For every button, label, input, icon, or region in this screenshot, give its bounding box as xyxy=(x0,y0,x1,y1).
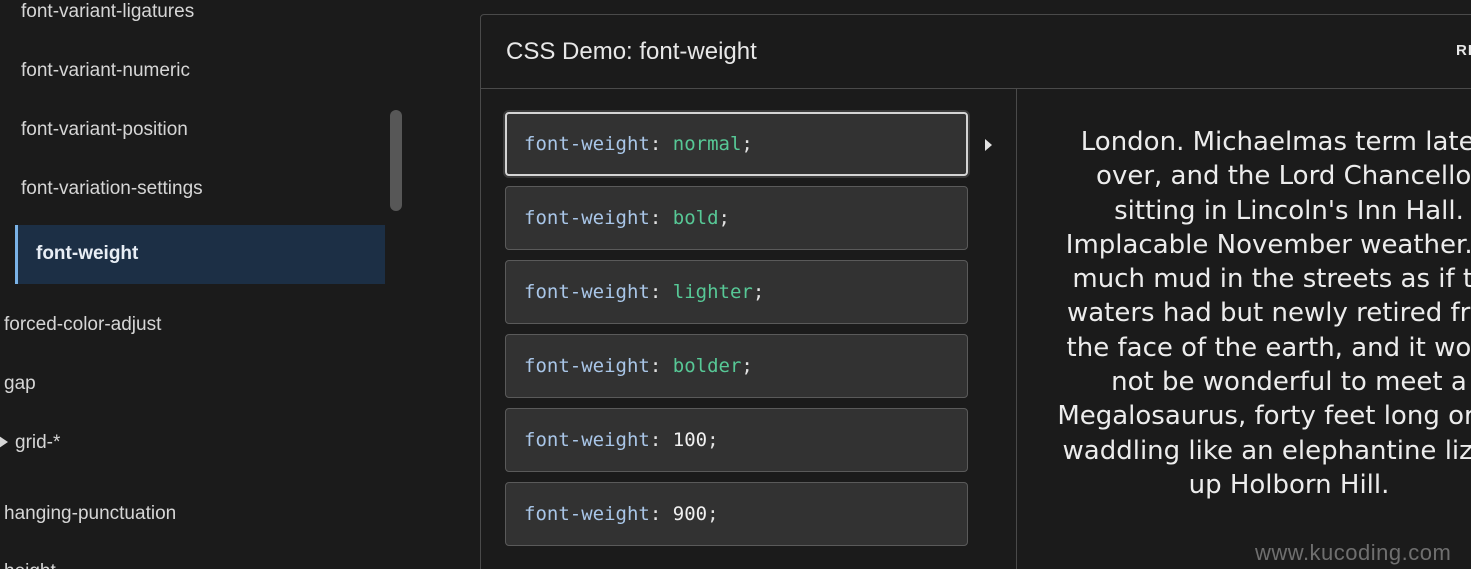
output-line: Implacable November weather. As xyxy=(1065,229,1471,260)
watermark: www.kucoding.com xyxy=(1255,540,1452,565)
sidebar-scrollbar-thumb[interactable] xyxy=(390,110,402,211)
output-line: the face of the earth, and it would xyxy=(1066,332,1471,363)
option-colon: : xyxy=(649,503,662,525)
sidebar-item-gap[interactable]: gap xyxy=(4,373,36,395)
output-line: up Holborn Hill. xyxy=(1188,469,1390,500)
sidebar-nav: font-variant-ligatures font-variant-nume… xyxy=(0,0,410,569)
option-semicolon: ; xyxy=(752,281,765,303)
output-line: waters had but newly retired from xyxy=(1066,298,1471,329)
option-colon: : xyxy=(649,133,662,155)
output-line: London. Michaelmas term lately xyxy=(1080,127,1471,157)
play-arrow-icon xyxy=(985,139,992,151)
demo-option[interactable]: font-weight: 900; xyxy=(505,482,968,546)
sidebar-item-font-variant-numeric[interactable]: font-variant-numeric xyxy=(21,60,190,82)
demo-option[interactable]: font-weight: normal; xyxy=(505,112,968,176)
option-semicolon: ; xyxy=(707,429,719,451)
option-semicolon: ; xyxy=(741,133,753,155)
option-value: 100 xyxy=(672,429,708,451)
option-colon: : xyxy=(649,207,662,229)
option-value: bold xyxy=(672,207,719,229)
option-colon: : xyxy=(649,281,662,303)
demo-title: CSS Demo: font-weight xyxy=(506,38,757,65)
output-line: over, and the Lord Chancellor xyxy=(1096,161,1471,192)
output-line: sitting in Lincoln's Inn Hall. xyxy=(1114,195,1464,226)
css-demo-panel: CSS Demo: font-weight RESET font-weight:… xyxy=(480,14,1471,569)
demo-option[interactable]: font-weight: bolder; xyxy=(505,334,968,398)
output-line: Megalosaurus, forty feet long or so, xyxy=(1057,401,1471,432)
option-semicolon: ; xyxy=(707,503,719,525)
demo-header: CSS Demo: font-weight RESET xyxy=(481,15,1471,89)
option-semicolon: ; xyxy=(741,355,753,377)
sidebar-item-font-variation-settings[interactable]: font-variation-settings xyxy=(21,178,203,200)
demo-option[interactable]: font-weight: 100; xyxy=(505,408,968,472)
sidebar-item-grid[interactable]: grid-* xyxy=(15,432,60,454)
sidebar-item-font-variant-ligatures[interactable]: font-variant-ligatures xyxy=(21,1,194,23)
option-value: 900 xyxy=(672,503,708,525)
expand-triangle-icon[interactable] xyxy=(0,436,8,448)
option-property: font-weight xyxy=(524,281,650,303)
option-property: font-weight xyxy=(524,429,650,451)
demo-output-text: London. Michaelmas term lately over, and… xyxy=(1029,125,1471,502)
option-colon: : xyxy=(649,429,662,451)
output-line: waddling like an elephantine lizard xyxy=(1062,435,1471,466)
option-property: font-weight xyxy=(524,503,650,525)
reset-button[interactable]: RESET xyxy=(1456,42,1471,59)
sidebar-item-forced-color-adjust[interactable]: forced-color-adjust xyxy=(4,314,161,336)
demo-option[interactable]: font-weight: bold; xyxy=(505,186,968,250)
sidebar-item-font-variant-position[interactable]: font-variant-position xyxy=(21,119,188,141)
option-value: lighter xyxy=(672,281,753,303)
sidebar-item-hanging-punctuation[interactable]: hanging-punctuation xyxy=(4,503,176,525)
option-semicolon: ; xyxy=(718,207,730,229)
panel-divider xyxy=(1016,89,1017,569)
option-value: bolder xyxy=(672,355,742,377)
option-property: font-weight xyxy=(524,207,650,229)
option-value: normal xyxy=(672,133,742,155)
sidebar-item-font-weight[interactable]: font-weight xyxy=(15,225,385,284)
option-property: font-weight xyxy=(524,133,650,155)
option-property: font-weight xyxy=(524,355,650,377)
sidebar-item-height[interactable]: height xyxy=(4,561,56,569)
option-colon: : xyxy=(649,355,662,377)
demo-option[interactable]: font-weight: lighter; xyxy=(505,260,968,324)
output-line: not be wonderful to meet a xyxy=(1111,367,1467,398)
output-line: much mud in the streets as if the xyxy=(1072,264,1471,295)
